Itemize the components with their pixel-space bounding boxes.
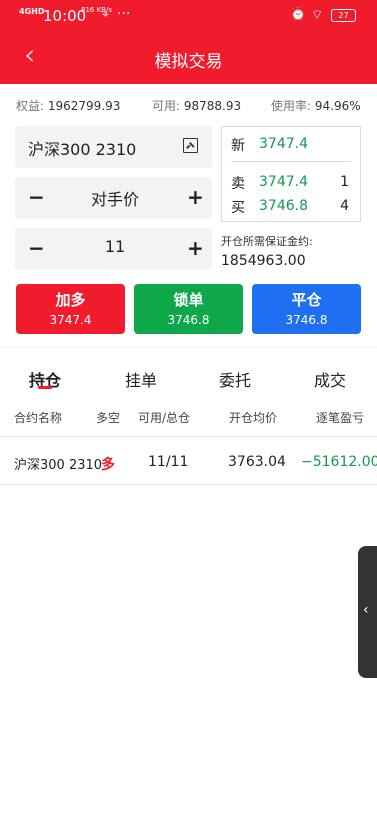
- quote-panel: 新 3747.4 卖 3747.4 1 买 3746.8 4: [221, 126, 361, 222]
- available-summary: 可用: 98788.93: [152, 97, 241, 114]
- sell-price-label: 卖: [231, 176, 245, 192]
- row-average-price: 3763.04: [228, 454, 286, 470]
- lock-order-button[interactable]: 锁单 3746.8: [134, 284, 243, 334]
- row-available-total: 11/11: [148, 454, 189, 470]
- close-position-price: 3746.8: [285, 313, 328, 327]
- quantity-stepper[interactable]: − 11 +: [15, 228, 212, 270]
- quantity-value[interactable]: 11: [55, 237, 175, 256]
- close-position-button[interactable]: 平仓 3746.8: [252, 284, 361, 334]
- app-header: 4GHD 10:00 816 KB/s ⌖ ··· ⏰ ⌔ 27 ‹ 模拟交易: [0, 0, 377, 84]
- new-price-label: 新: [231, 138, 245, 154]
- column-available-total: 可用/总仓: [138, 411, 191, 425]
- chart-icon[interactable]: [183, 138, 198, 153]
- usage-value: 94.96%: [314, 99, 361, 113]
- table-row-divider: [0, 484, 377, 485]
- buy-price-label: 买: [231, 200, 245, 216]
- price-plus-button[interactable]: +: [187, 187, 204, 207]
- margin-label: 开仓所需保证金约:: [221, 235, 313, 248]
- position-tabs: 持仓 挂单 委托 成交: [0, 347, 377, 399]
- table-header-divider: [0, 436, 377, 437]
- equity-summary: 权益: 1962799.93: [16, 97, 120, 114]
- price-type-stepper[interactable]: − 对手价 +: [15, 177, 212, 219]
- location-pin-icon: ⌖: [102, 7, 109, 21]
- wifi-icon: ⌔: [311, 8, 324, 23]
- tab-orders[interactable]: 委托: [219, 367, 251, 391]
- battery-indicator: 27: [331, 9, 356, 22]
- side-drawer-handle[interactable]: ‹: [358, 546, 377, 678]
- lock-order-price: 3746.8: [167, 313, 210, 327]
- tab-trades[interactable]: 成交: [314, 367, 346, 391]
- row-profit-loss: −51612.00: [301, 454, 377, 470]
- price-minus-button[interactable]: −: [28, 187, 45, 207]
- price-type-label: 对手价: [90, 190, 139, 209]
- column-average-price: 开仓均价: [229, 411, 278, 425]
- page-title: 模拟交易: [154, 52, 223, 72]
- new-price: 3747.4: [259, 136, 308, 152]
- equity-label: 权益:: [16, 99, 45, 113]
- column-profit-loss: 逐笔盈亏: [316, 411, 365, 425]
- column-direction: 多空: [96, 411, 121, 425]
- available-value: 98788.93: [183, 99, 242, 113]
- usage-label: 使用率:: [271, 99, 312, 113]
- row-contract-name: 沪深300 2310: [14, 458, 103, 473]
- open-long-label: 加多: [55, 291, 86, 309]
- tab-pending-orders[interactable]: 挂单: [125, 367, 157, 391]
- open-long-price: 3747.4: [49, 313, 92, 327]
- more-status-icon: ···: [117, 6, 131, 22]
- buy-quantity: 4: [340, 198, 349, 214]
- usage-summary: 使用率: 94.96%: [271, 97, 361, 114]
- open-long-button[interactable]: 加多 3747.4: [16, 284, 125, 334]
- quote-divider: [231, 161, 351, 162]
- quantity-minus-button[interactable]: −: [28, 238, 45, 258]
- column-contract-name: 合约名称: [14, 411, 63, 425]
- status-bar: 4GHD 10:00 816 KB/s ⌖ ··· ⏰ ⌔ 27: [0, 0, 377, 32]
- margin-value: 1854963.00: [221, 253, 306, 269]
- chevron-left-icon: ‹: [363, 602, 369, 618]
- lock-order-label: 锁单: [173, 291, 204, 309]
- quantity-plus-button[interactable]: +: [187, 238, 204, 258]
- active-tab-indicator: [38, 386, 52, 389]
- sell-quantity: 1: [340, 174, 349, 190]
- simulated-trading-screen: 4GHD 10:00 816 KB/s ⌖ ··· ⏰ ⌔ 27 ‹ 模拟交易 …: [0, 0, 377, 817]
- signal-indicator: 4GHD: [19, 7, 45, 16]
- row-direction: 多: [101, 457, 115, 473]
- status-time: 10:00: [43, 7, 87, 25]
- available-label: 可用:: [152, 99, 181, 113]
- contract-name: 沪深300 2310: [28, 140, 137, 159]
- buy-price: 3746.8: [259, 198, 308, 214]
- close-position-label: 平仓: [291, 291, 322, 309]
- alarm-clock-icon: ⏰: [290, 7, 307, 22]
- sell-price: 3747.4: [259, 174, 308, 190]
- equity-value: 1962799.93: [47, 99, 121, 113]
